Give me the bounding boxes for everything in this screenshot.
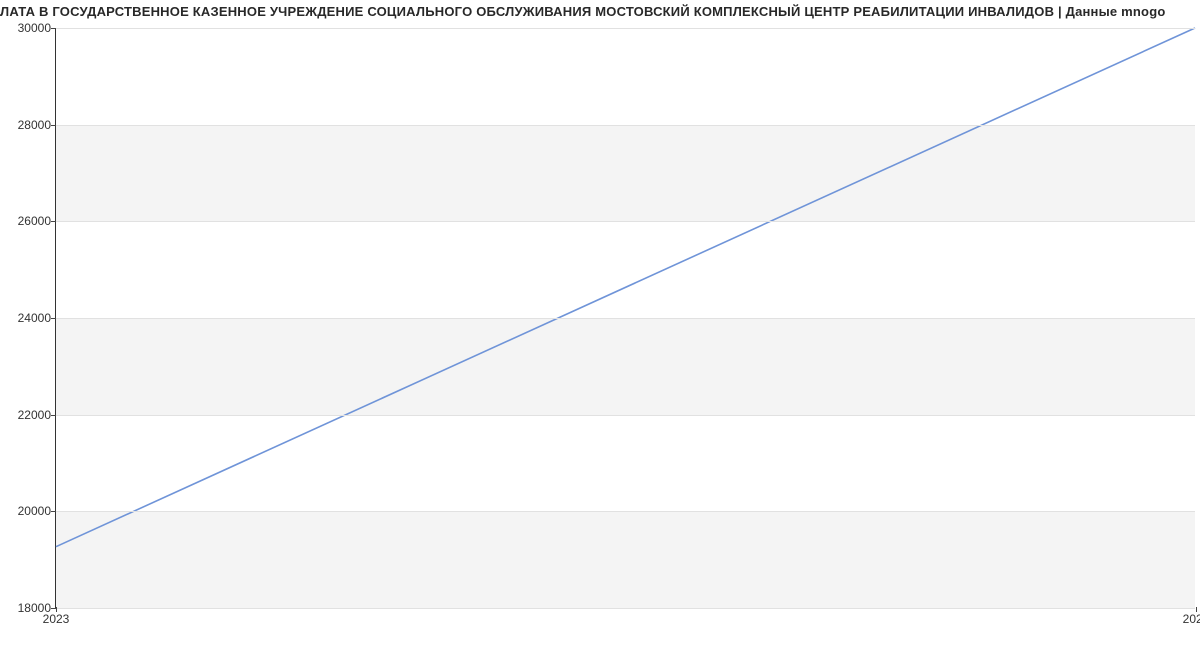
chart-container: ЛАТА В ГОСУДАРСТВЕННОЕ КАЗЕННОЕ УЧРЕЖДЕН… [0,0,1200,650]
x-tick-label: 2024 [1183,612,1200,626]
y-gridline [56,415,1195,416]
y-tick-mark [51,125,56,126]
y-tick-label: 20000 [18,504,51,518]
x-tick-label: 2023 [43,612,70,626]
y-tick-label: 24000 [18,311,51,325]
y-gridline [56,608,1195,609]
y-gridline [56,28,1195,29]
y-tick-label: 28000 [18,118,51,132]
y-tick-mark [51,28,56,29]
y-tick-mark [51,221,56,222]
data-line [56,28,1195,547]
y-tick-mark [51,415,56,416]
y-tick-label: 30000 [18,21,51,35]
y-tick-mark [51,318,56,319]
y-tick-label: 22000 [18,408,51,422]
y-tick-label: 26000 [18,214,51,228]
y-gridline [56,318,1195,319]
y-gridline [56,221,1195,222]
y-gridline [56,125,1195,126]
plot-area: 1800020000220002400026000280003000020232… [55,28,1195,608]
y-tick-mark [51,511,56,512]
chart-title: ЛАТА В ГОСУДАРСТВЕННОЕ КАЗЕННОЕ УЧРЕЖДЕН… [0,4,1200,19]
y-gridline [56,511,1195,512]
